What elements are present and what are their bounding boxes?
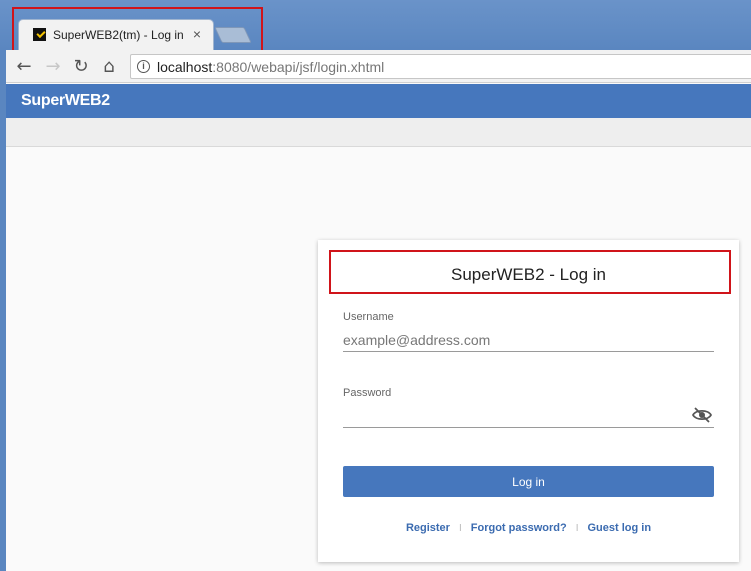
- link-separator: I: [575, 522, 579, 534]
- login-links: Register I Forgot password? I Guest log …: [318, 522, 739, 534]
- back-arrow-icon[interactable]: ←: [13, 55, 35, 77]
- eye-off-icon[interactable]: [692, 407, 712, 423]
- password-input[interactable]: [343, 404, 714, 428]
- link-separator: I: [458, 522, 462, 534]
- username-label: Username: [343, 311, 394, 323]
- tab-title: SuperWEB2(tm) - Log in: [53, 28, 184, 42]
- info-icon[interactable]: i: [137, 60, 150, 73]
- browser-toolbar: ← → ↻ ⌂ i localhost:8080/webapi/jsf/logi…: [6, 50, 751, 83]
- close-tab-icon[interactable]: ×: [193, 26, 201, 42]
- register-link[interactable]: Register: [406, 522, 450, 534]
- login-card: SuperWEB2 - Log in Username Password Log…: [318, 240, 739, 562]
- login-button[interactable]: Log in: [343, 466, 714, 497]
- app-title: SuperWEB2: [21, 92, 110, 109]
- url-path: :8080/webapi/jsf/login.xhtml: [212, 59, 385, 75]
- login-title: SuperWEB2 - Log in: [451, 265, 606, 284]
- new-tab-button[interactable]: [214, 27, 252, 43]
- forward-arrow-icon[interactable]: →: [42, 55, 64, 77]
- address-bar[interactable]: i localhost:8080/webapi/jsf/login.xhtml: [130, 54, 751, 79]
- app-subheader: [6, 118, 751, 147]
- favicon-icon: [33, 28, 46, 41]
- reload-icon[interactable]: ↻: [70, 55, 92, 77]
- username-input[interactable]: [343, 328, 714, 352]
- url-host: localhost: [157, 59, 213, 75]
- forgot-password-link[interactable]: Forgot password?: [471, 522, 567, 534]
- app-header: SuperWEB2: [6, 84, 751, 118]
- guest-login-link[interactable]: Guest log in: [587, 522, 651, 534]
- address-url[interactable]: localhost:8080/webapi/jsf/login.xhtml: [157, 59, 384, 75]
- browser-tab-active[interactable]: SuperWEB2(tm) - Log in ×: [18, 19, 214, 50]
- browser-tab-strip: SuperWEB2(tm) - Log in ×: [0, 0, 751, 50]
- password-label: Password: [343, 387, 392, 399]
- home-icon[interactable]: ⌂: [98, 55, 120, 77]
